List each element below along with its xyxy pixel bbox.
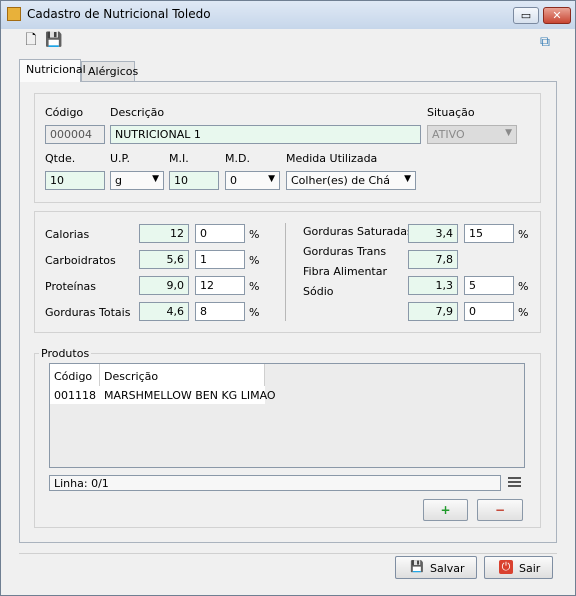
mi-label: M.I. <box>169 152 189 165</box>
add-row-icon: + <box>440 503 451 517</box>
floppy-disk-icon: 💾 <box>410 560 424 573</box>
gorduras-saturadas-value[interactable]: 3,4 <box>408 224 458 243</box>
md-label: M.D. <box>225 152 250 165</box>
column-header-descricao[interactable]: Descrição <box>100 364 265 386</box>
medida-select[interactable]: Colher(es) de Chá ▼ <box>286 171 416 190</box>
remove-row-icon: − <box>494 503 506 517</box>
save-button[interactable]: 💾 Salvar <box>395 556 477 579</box>
chevron-down-icon: ▼ <box>404 174 411 184</box>
main-window: Cadastro de Nutricional Toledo ▭ ✕ 🗋 💾 ⧉… <box>0 0 576 596</box>
calorias-pct-unit: % <box>249 228 260 241</box>
power-icon: ⏻ <box>499 560 513 574</box>
gorduras-saturadas-pct-unit: % <box>518 228 529 241</box>
restore-button[interactable]: ▭ <box>513 7 539 24</box>
calorias-label: Calorias <box>45 228 90 241</box>
proteinas-pct-unit: % <box>249 280 260 293</box>
up-label: U.P. <box>110 152 130 165</box>
footer-divider <box>19 553 557 554</box>
menu-lines-icon[interactable] <box>508 477 521 488</box>
gorduras-totais-value[interactable]: 4,6 <box>139 302 189 321</box>
close-button[interactable]: ✕ <box>543 7 571 24</box>
carboidratos-value[interactable]: 5,6 <box>139 250 189 269</box>
descricao-label: Descrição <box>110 106 165 119</box>
sodio-label: Sódio <box>303 285 334 298</box>
fibra-alimentar-label: Fibra Alimentar <box>303 265 387 278</box>
save-button-label: Salvar <box>430 562 465 575</box>
md-select[interactable]: 0 ▼ <box>225 171 280 190</box>
sodio-pct[interactable]: 5 <box>464 276 514 295</box>
chevron-down-icon: ▼ <box>505 128 512 138</box>
column-header-codigo[interactable]: Código <box>50 364 100 386</box>
medida-value: Colher(es) de Chá <box>291 174 390 187</box>
extra-value[interactable]: 7,9 <box>408 302 458 321</box>
chevron-down-icon: ▼ <box>268 174 275 184</box>
proteinas-pct[interactable]: 12 <box>195 276 245 295</box>
tab-alergicos[interactable]: Alérgicos <box>81 61 138 81</box>
new-document-icon[interactable]: 🗋 <box>23 32 39 48</box>
md-value: 0 <box>230 174 237 187</box>
title-bar[interactable]: Cadastro de Nutricional Toledo ▭ ✕ <box>1 1 575 29</box>
chevron-down-icon: ▼ <box>152 174 159 184</box>
table-cell-descricao[interactable]: MARSHMELLOW BEN KG LIMAO <box>100 386 276 404</box>
gorduras-saturadas-pct[interactable]: 15 <box>464 224 514 243</box>
up-value: g <box>115 174 122 187</box>
produtos-legend: Produtos <box>39 347 92 360</box>
calorias-pct[interactable]: 0 <box>195 224 245 243</box>
qtde-label: Qtde. <box>45 152 76 165</box>
add-product-button[interactable]: + <box>423 499 468 521</box>
carboidratos-label: Carboidratos <box>45 254 116 267</box>
proteinas-label: Proteínas <box>45 280 97 293</box>
medida-label: Medida Utilizada <box>286 152 378 165</box>
window-title: Cadastro de Nutricional Toledo <box>27 7 211 21</box>
sodio-pct-unit: % <box>518 280 529 293</box>
gorduras-totais-pct[interactable]: 8 <box>195 302 245 321</box>
save-disk-icon[interactable]: 💾 <box>45 32 62 48</box>
situacao-label: Situação <box>427 106 475 119</box>
gorduras-totais-pct-unit: % <box>249 306 260 319</box>
descricao-field[interactable]: NUTRICIONAL 1 <box>110 125 421 144</box>
remove-product-button[interactable]: − <box>477 499 523 521</box>
extra-pct-unit: % <box>518 306 529 319</box>
situacao-value: ATIVO <box>432 128 465 141</box>
extra-pct[interactable]: 0 <box>464 302 514 321</box>
up-select[interactable]: g ▼ <box>110 171 164 190</box>
carboidratos-pct[interactable]: 1 <box>195 250 245 269</box>
carboidratos-pct-unit: % <box>249 254 260 267</box>
gorduras-totais-label: Gorduras Totais <box>45 306 131 319</box>
java-app-icon <box>7 7 21 21</box>
mi-field[interactable]: 10 <box>169 171 219 190</box>
tab-nutricional[interactable]: Nutricional <box>19 59 86 82</box>
sodio-value[interactable]: 1,3 <box>408 276 458 295</box>
column-divider <box>285 223 286 321</box>
situacao-select[interactable]: ATIVO ▼ <box>427 125 517 144</box>
qtde-field[interactable]: 10 <box>45 171 105 190</box>
produtos-table[interactable]: Código Descrição 001118 MARSHMELLOW BEN … <box>49 363 525 468</box>
table-cell-codigo[interactable]: 001118 <box>50 386 100 404</box>
gorduras-trans-label: Gorduras Trans <box>303 245 387 258</box>
calorias-value[interactable]: 12 <box>139 224 189 243</box>
gorduras-saturadas-label: Gorduras Saturadas <box>303 225 413 238</box>
proteinas-value[interactable]: 9,0 <box>139 276 189 295</box>
cascade-windows-icon[interactable]: ⧉ <box>537 34 553 50</box>
exit-button-label: Sair <box>519 562 541 575</box>
codigo-label: Código <box>45 106 84 119</box>
row-status: Linha: 0/1 <box>49 475 501 491</box>
exit-button[interactable]: ⏻ Sair <box>484 556 553 579</box>
gorduras-trans-value[interactable]: 7,8 <box>408 250 458 269</box>
codigo-field[interactable]: 000004 <box>45 125 105 144</box>
